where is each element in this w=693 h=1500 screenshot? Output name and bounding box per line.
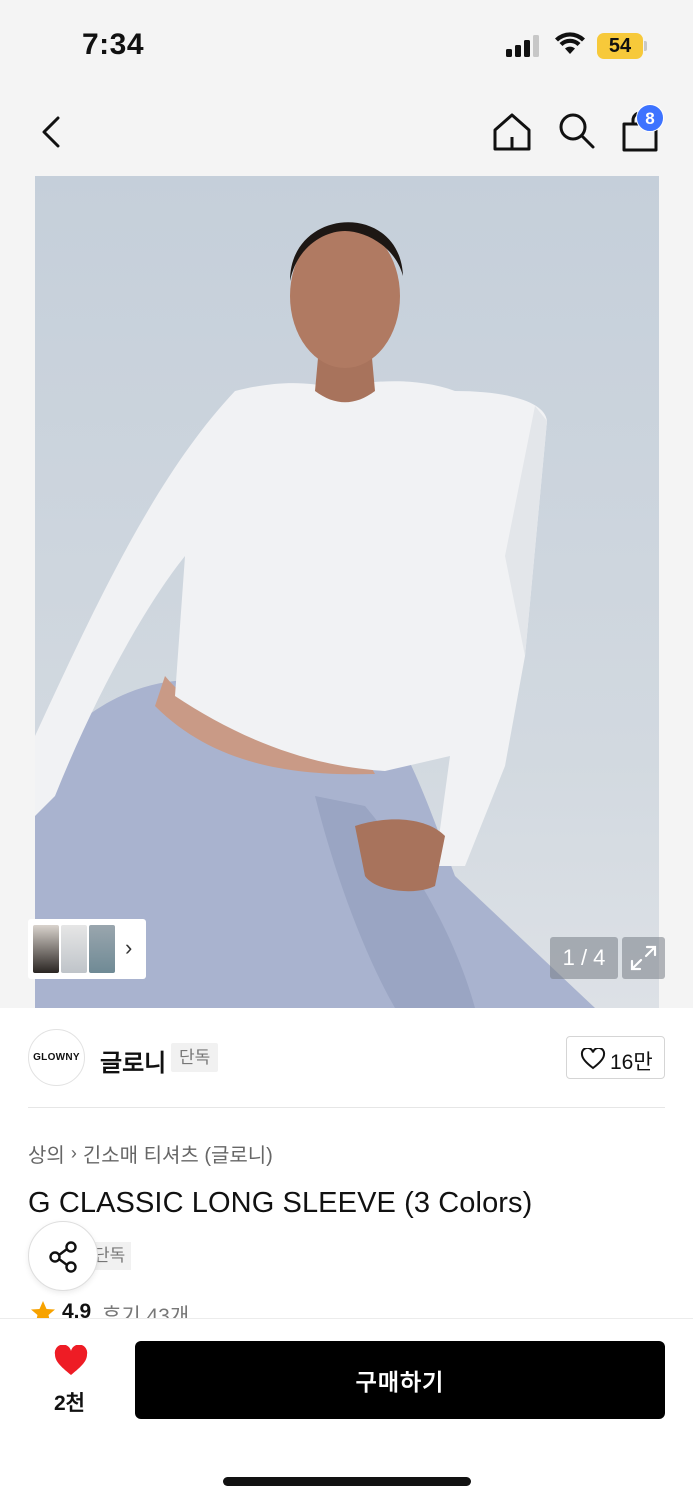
brand-like-count: 16만 bbox=[610, 1051, 653, 1074]
share-button[interactable] bbox=[28, 1221, 98, 1291]
breadcrumb-sub[interactable]: 긴소매 티셔츠 (글로니) bbox=[83, 1145, 273, 1167]
cart-count-badge: 8 bbox=[636, 104, 664, 132]
thumbnail-3[interactable] bbox=[89, 925, 115, 973]
status-time: 7:34 bbox=[82, 28, 145, 61]
home-indicator bbox=[223, 1477, 471, 1486]
home-icon[interactable] bbox=[490, 110, 534, 154]
wish-count: 2천 bbox=[54, 1392, 85, 1415]
breadcrumb: 상의 › 긴소매 티셔츠 (글로니) bbox=[28, 1139, 273, 1168]
expand-button[interactable] bbox=[622, 937, 665, 979]
divider bbox=[28, 1107, 665, 1108]
expand-icon bbox=[630, 945, 657, 971]
rating-value: 4.9 bbox=[62, 1300, 92, 1318]
product-photo[interactable] bbox=[35, 176, 659, 1008]
cellular-signal-icon bbox=[506, 35, 539, 57]
heart-filled-icon[interactable] bbox=[53, 1345, 89, 1377]
status-bar: 7:34 54 bbox=[0, 0, 693, 88]
product-title: G CLASSIC LONG SLEEVE (3 Colors) bbox=[28, 1187, 533, 1219]
buy-button[interactable]: 구매하기 bbox=[135, 1341, 665, 1419]
back-arrow-icon[interactable] bbox=[36, 112, 66, 152]
brand-logo[interactable]: GLOWNY bbox=[28, 1029, 85, 1086]
nav-bar bbox=[0, 88, 693, 176]
thumbnail-1[interactable] bbox=[33, 925, 59, 973]
breadcrumb-top[interactable]: 상의 bbox=[28, 1145, 65, 1167]
chevron-right-icon[interactable]: › bbox=[125, 935, 132, 961]
thumbnail-2[interactable] bbox=[61, 925, 87, 973]
battery-tip bbox=[644, 41, 647, 51]
brand-like-button[interactable]: 16만 bbox=[566, 1036, 665, 1079]
search-icon[interactable] bbox=[556, 110, 596, 150]
chevron-right-icon: › bbox=[70, 1143, 77, 1163]
rating-row[interactable]: 4.9 후기 43개 bbox=[28, 1298, 328, 1318]
product-gallery[interactable]: › 1 / 4 bbox=[0, 176, 693, 1008]
share-icon bbox=[49, 1241, 77, 1273]
thumbnail-strip[interactable]: › bbox=[28, 919, 146, 979]
review-count[interactable]: 후기 43개 bbox=[102, 1300, 189, 1318]
star-icon bbox=[31, 1301, 55, 1318]
wifi-icon bbox=[555, 32, 585, 54]
brand-exclusive-tag: 단독 bbox=[171, 1043, 219, 1072]
battery-indicator: 54 bbox=[597, 33, 643, 59]
bottom-action-bar: 2천 구매하기 bbox=[0, 1318, 693, 1500]
heart-outline-icon bbox=[580, 1048, 606, 1070]
brand-name[interactable]: 글로니 bbox=[100, 1043, 166, 1078]
photo-page-counter: 1 / 4 bbox=[550, 937, 618, 979]
